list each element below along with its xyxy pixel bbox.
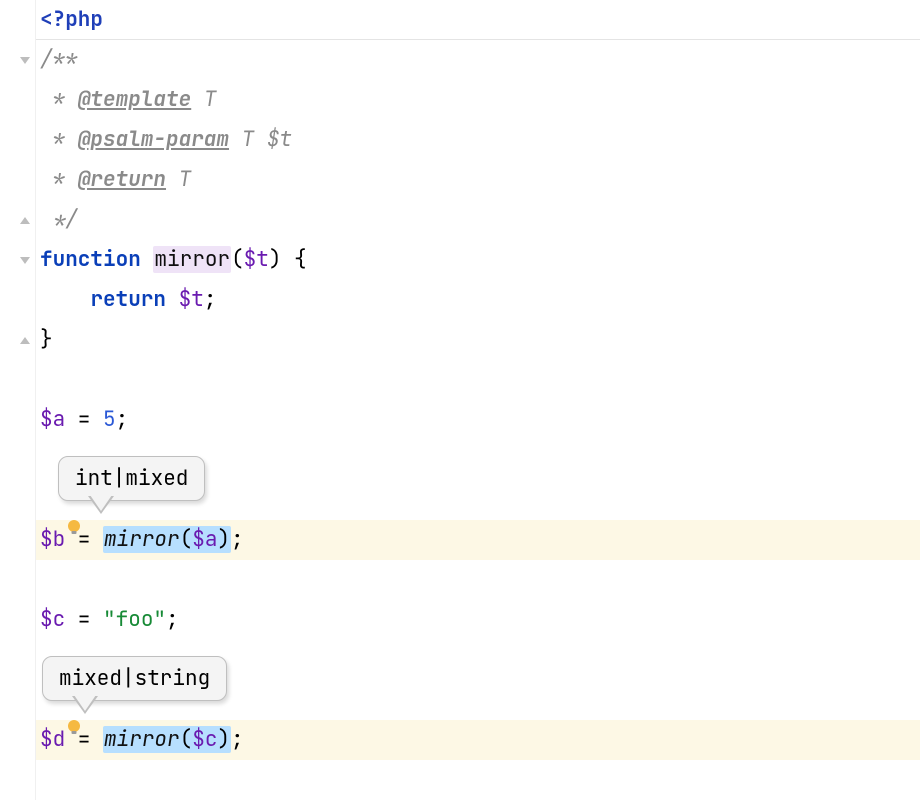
assign-op: = (65, 406, 103, 433)
var-b: $b (40, 526, 65, 553)
code-line[interactable]: $d = mirror($c); (36, 720, 920, 760)
semicolon: ; (231, 526, 244, 553)
keyword-function: function (40, 246, 141, 273)
selection: mirror($c) (103, 726, 231, 753)
assign-op: = (65, 606, 103, 633)
intention-bulb-icon[interactable] (66, 719, 82, 737)
doc-close: */ (40, 206, 78, 233)
code-line[interactable]: /** (36, 40, 920, 80)
code-editor: <?php /** * @template T * @psalm-param T… (0, 0, 920, 800)
fold-marker-function-close[interactable] (18, 333, 32, 347)
code-line[interactable] (36, 560, 920, 600)
func-sig-close: ) { (269, 246, 307, 273)
code-line[interactable]: $b = mirror($a); (36, 520, 920, 560)
literal-foo: "foo" (103, 606, 166, 633)
type-hint-tooltip: mixed|string (42, 656, 227, 701)
fold-marker-function-open[interactable] (18, 253, 32, 267)
paren-close: ) (217, 726, 230, 753)
call-mirror: mirror (104, 726, 180, 753)
annotation-return-arg: T (166, 166, 191, 193)
semicolon: ; (166, 606, 179, 633)
paren-open: ( (180, 726, 193, 753)
doc-star: * (40, 166, 65, 193)
doc-open: /** (40, 46, 78, 73)
type-hint-tooltip-body[interactable]: mixed|string (42, 656, 227, 701)
arg-a: $a (192, 526, 217, 553)
code-line[interactable]: * @template T (36, 80, 920, 120)
arg-c: $c (192, 726, 217, 753)
return-var: $t (179, 286, 204, 313)
var-d: $d (40, 726, 65, 753)
type-hint-tooltip: int|mixed (58, 456, 205, 501)
fold-marker-docblock-open[interactable] (18, 53, 32, 67)
annotation-template: @template (78, 86, 191, 113)
selection: mirror($a) (103, 526, 231, 553)
annotation-return: @return (78, 166, 166, 193)
var-a: $a (40, 406, 65, 433)
semicolon: ; (204, 286, 217, 313)
call-mirror: mirror (104, 526, 180, 553)
code-line[interactable]: * @return T (36, 160, 920, 200)
literal-5: 5 (103, 406, 116, 433)
function-name: mirror (153, 246, 231, 273)
annotation-template-arg: T (191, 86, 216, 113)
intention-bulb-icon[interactable] (66, 519, 82, 537)
paren-open: ( (180, 526, 193, 553)
code-line[interactable]: */ (36, 200, 920, 240)
code-line[interactable]: function mirror($t) { (36, 240, 920, 280)
brace-close: } (40, 326, 53, 353)
semicolon: ; (116, 406, 129, 433)
code-line[interactable]: * @psalm-param T $t (36, 120, 920, 160)
php-open-tag: <?php (40, 6, 103, 33)
code-line[interactable]: <?php (36, 0, 920, 40)
code-line[interactable]: $c = "foo"; (36, 600, 920, 640)
code-line[interactable]: } (36, 320, 920, 360)
param-var: $t (244, 246, 269, 273)
annotation-psalm-param: @psalm-param (78, 126, 229, 153)
doc-star: * (40, 126, 65, 153)
code-line[interactable] (36, 760, 920, 800)
var-c: $c (40, 606, 65, 633)
code-line[interactable] (36, 360, 920, 400)
semicolon: ; (231, 726, 244, 753)
type-hint-tooltip-body[interactable]: int|mixed (58, 456, 205, 501)
type-hint-text: int|mixed (75, 465, 188, 492)
paren-open: ( (231, 246, 244, 273)
keyword-return: return (90, 286, 166, 313)
code-line[interactable]: $a = 5; (36, 400, 920, 440)
paren-close: ) (217, 526, 230, 553)
gutter (0, 0, 36, 800)
fold-marker-docblock-close[interactable] (18, 213, 32, 227)
type-hint-text: mixed|string (59, 665, 210, 692)
code-line[interactable]: return $t; (36, 280, 920, 320)
code-area[interactable]: <?php /** * @template T * @psalm-param T… (36, 0, 920, 800)
doc-star: * (40, 86, 65, 113)
annotation-psalm-param-arg: T $t (229, 126, 292, 153)
